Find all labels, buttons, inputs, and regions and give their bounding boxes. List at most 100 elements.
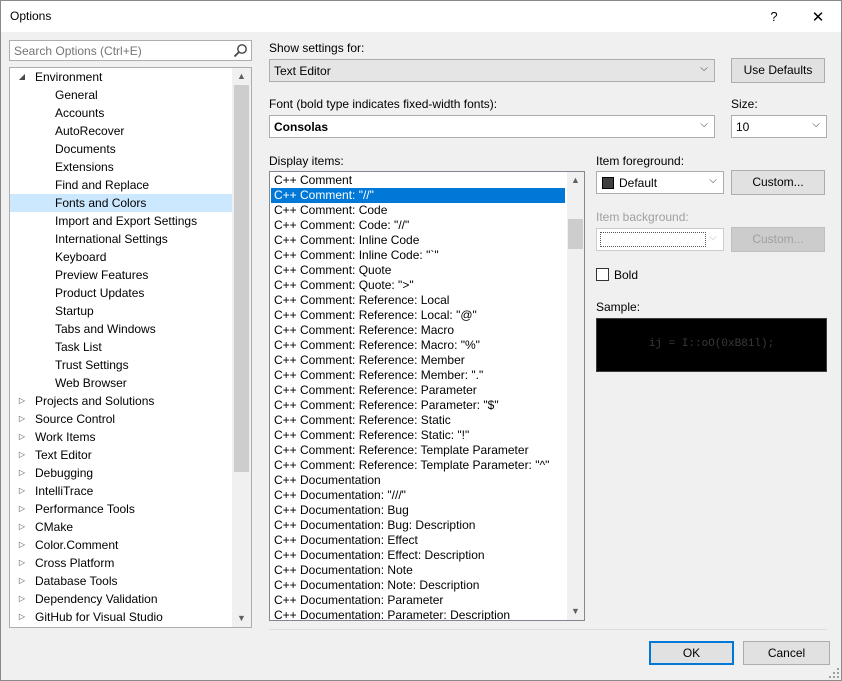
scroll-down-icon[interactable]: ▼: [567, 603, 584, 620]
display-item[interactable]: C++ Comment: "//": [271, 188, 565, 203]
search-icon[interactable]: [233, 43, 248, 58]
tree-item[interactable]: Fonts and Colors: [10, 194, 232, 212]
close-button[interactable]: ✕: [795, 1, 841, 32]
display-item[interactable]: C++ Documentation: Effect: [271, 533, 565, 548]
tree-item[interactable]: Documents: [10, 140, 232, 158]
tree-item[interactable]: AutoRecover: [10, 122, 232, 140]
display-item[interactable]: C++ Comment: Quote: [271, 263, 565, 278]
item-background-combo[interactable]: ⌵: [596, 228, 724, 251]
display-item[interactable]: C++ Documentation: Parameter: [271, 593, 565, 608]
tree-item[interactable]: ▷ Performance Tools: [10, 500, 232, 518]
display-item[interactable]: C++ Comment: Code: [271, 203, 565, 218]
display-item[interactable]: C++ Comment: Reference: Local: [271, 293, 565, 308]
font-combo[interactable]: Consolas ⌵: [269, 115, 715, 138]
help-button[interactable]: ?: [751, 1, 797, 32]
display-item[interactable]: C++ Comment: Reference: Member: [271, 353, 565, 368]
tree-scroll-thumb[interactable]: [234, 85, 249, 472]
tree-item[interactable]: ▷ GitHub for Visual Studio: [10, 608, 232, 626]
tree-item[interactable]: Accounts: [10, 104, 232, 122]
display-item[interactable]: C++ Documentation: Effect: Description: [271, 548, 565, 563]
display-item[interactable]: C++ Documentation: [271, 473, 565, 488]
tree-item[interactable]: ▷ Cross Platform: [10, 554, 232, 572]
background-custom-button[interactable]: Custom...: [731, 227, 825, 252]
display-item[interactable]: C++ Comment: Quote: ">": [271, 278, 565, 293]
foreground-custom-button[interactable]: Custom...: [731, 170, 825, 195]
display-item[interactable]: C++ Comment: Inline Code: [271, 233, 565, 248]
display-item[interactable]: C++ Comment: Reference: Template Paramet…: [271, 458, 565, 473]
tree-item[interactable]: Extensions: [10, 158, 232, 176]
collapsed-arrow-icon[interactable]: ▷: [17, 590, 27, 608]
collapsed-arrow-icon[interactable]: ▷: [17, 536, 27, 554]
tree-item[interactable]: ▷ Database Tools: [10, 572, 232, 590]
display-item[interactable]: C++ Documentation: "///": [271, 488, 565, 503]
display-item[interactable]: C++ Comment: Reference: Macro: "%": [271, 338, 565, 353]
cancel-button[interactable]: Cancel: [743, 641, 830, 665]
tree-item[interactable]: ◢ Environment: [10, 68, 232, 86]
collapsed-arrow-icon[interactable]: ▷: [17, 410, 27, 428]
display-items-scrollbar[interactable]: ▲ ▼: [567, 172, 584, 620]
collapsed-arrow-icon[interactable]: ▷: [17, 518, 27, 536]
tree-item[interactable]: ▷ Debugging: [10, 464, 232, 482]
collapsed-arrow-icon[interactable]: ▷: [17, 446, 27, 464]
tree-item[interactable]: ▷ Color.Comment: [10, 536, 232, 554]
tree-item[interactable]: Startup: [10, 302, 232, 320]
collapsed-arrow-icon[interactable]: ▷: [17, 428, 27, 446]
size-combo[interactable]: 10 ⌵: [731, 115, 827, 138]
search-box[interactable]: [9, 40, 252, 61]
display-item[interactable]: C++ Documentation: Note: Description: [271, 578, 565, 593]
tree-item[interactable]: ▷ CMake: [10, 518, 232, 536]
collapsed-arrow-icon[interactable]: ▷: [17, 392, 27, 410]
display-item[interactable]: C++ Comment: [271, 173, 565, 188]
expanded-arrow-icon[interactable]: ◢: [17, 68, 27, 86]
use-defaults-button[interactable]: Use Defaults: [731, 58, 825, 83]
tree-scrollbar[interactable]: ▲ ▼: [232, 68, 251, 627]
scroll-up-icon[interactable]: ▲: [567, 172, 584, 189]
tree-item[interactable]: ▷ Text Editor: [10, 446, 232, 464]
display-item[interactable]: C++ Documentation: Parameter: Descriptio…: [271, 608, 565, 620]
collapsed-arrow-icon[interactable]: ▷: [17, 464, 27, 482]
display-item[interactable]: C++ Comment: Reference: Static: "!": [271, 428, 565, 443]
display-item[interactable]: C++ Documentation: Note: [271, 563, 565, 578]
bold-checkbox[interactable]: [596, 268, 609, 281]
display-item[interactable]: C++ Comment: Reference: Parameter: [271, 383, 565, 398]
display-item[interactable]: C++ Comment: Code: "//": [271, 218, 565, 233]
tree-item[interactable]: Import and Export Settings: [10, 212, 232, 230]
scroll-up-icon[interactable]: ▲: [232, 68, 251, 85]
display-item[interactable]: C++ Comment: Reference: Member: ".": [271, 368, 565, 383]
tree-item[interactable]: Find and Replace: [10, 176, 232, 194]
tree-item[interactable]: International Settings: [10, 230, 232, 248]
scroll-down-icon[interactable]: ▼: [232, 610, 251, 627]
tree-item[interactable]: ▷ Source Control: [10, 410, 232, 428]
display-items-scroll-thumb[interactable]: [568, 219, 583, 249]
collapsed-arrow-icon[interactable]: ▷: [17, 554, 27, 572]
search-input[interactable]: [10, 41, 230, 60]
tree-item[interactable]: Web Browser: [10, 374, 232, 392]
display-item[interactable]: C++ Documentation: Bug: Description: [271, 518, 565, 533]
tree-item[interactable]: ▷ Dependency Validation: [10, 590, 232, 608]
show-settings-combo[interactable]: Text Editor ⌵: [269, 59, 715, 82]
display-item[interactable]: C++ Documentation: Bug: [271, 503, 565, 518]
collapsed-arrow-icon[interactable]: ▷: [17, 572, 27, 590]
tree-item[interactable]: Tabs and Windows: [10, 320, 232, 338]
tree-item[interactable]: General: [10, 86, 232, 104]
tree-item[interactable]: ▷ Work Items: [10, 428, 232, 446]
display-item[interactable]: C++ Comment: Reference: Macro: [271, 323, 565, 338]
tree-item[interactable]: Product Updates: [10, 284, 232, 302]
tree-item[interactable]: Trust Settings: [10, 356, 232, 374]
collapsed-arrow-icon[interactable]: ▷: [17, 608, 27, 626]
collapsed-arrow-icon[interactable]: ▷: [17, 482, 27, 500]
display-item[interactable]: C++ Comment: Reference: Parameter: "$": [271, 398, 565, 413]
item-foreground-combo[interactable]: Default ⌵: [596, 171, 724, 194]
collapsed-arrow-icon[interactable]: ▷: [17, 500, 27, 518]
ok-button[interactable]: OK: [649, 641, 734, 665]
display-item[interactable]: C++ Comment: Reference: Template Paramet…: [271, 443, 565, 458]
tree-item[interactable]: ▷ Projects and Solutions: [10, 392, 232, 410]
tree-item[interactable]: Preview Features: [10, 266, 232, 284]
tree-item[interactable]: ▷ IntelliTrace: [10, 482, 232, 500]
display-item[interactable]: C++ Comment: Reference: Local: "@": [271, 308, 565, 323]
display-item[interactable]: C++ Comment: Reference: Static: [271, 413, 565, 428]
display-item[interactable]: C++ Comment: Inline Code: "`": [271, 248, 565, 263]
resize-grip-icon[interactable]: [829, 668, 839, 678]
tree-item[interactable]: Keyboard: [10, 248, 232, 266]
tree-item[interactable]: Task List: [10, 338, 232, 356]
